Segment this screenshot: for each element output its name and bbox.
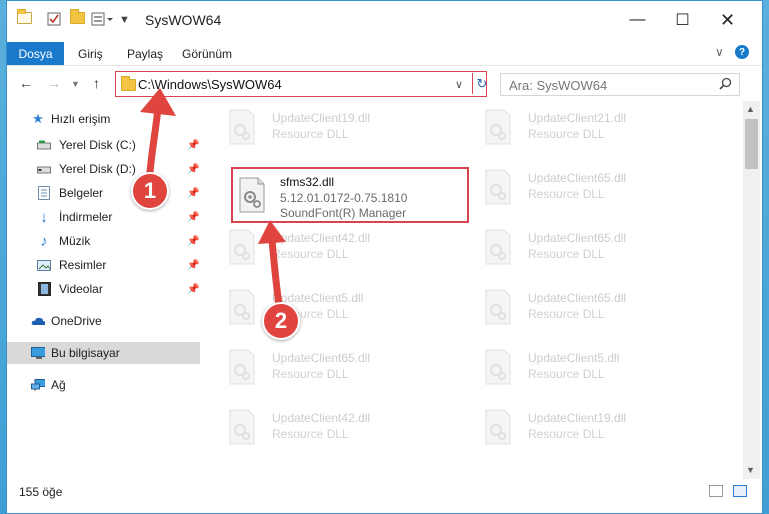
annotation-arrow-2 [258, 220, 286, 316]
step-badge-1: 1 [131, 172, 169, 210]
step-badge-2: 2 [262, 302, 300, 340]
annotation-arrow-1 [140, 88, 176, 176]
annotation-overlay [140, 88, 286, 316]
